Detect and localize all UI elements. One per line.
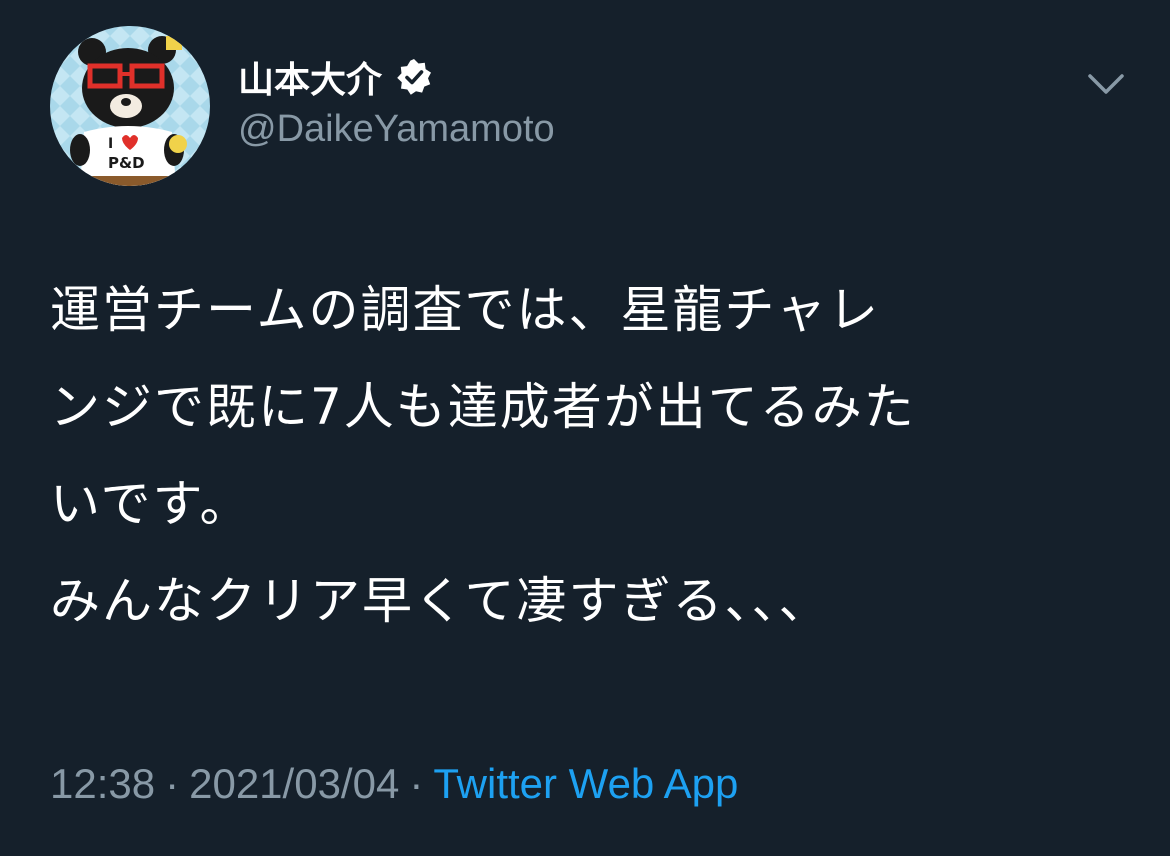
tweet-text: 運営チームの調査では、星龍チャレ ンジで既に7人も達成者が出てるみた いです。 … (50, 262, 1130, 650)
bear-mascot-icon: I P&D (50, 26, 210, 186)
chevron-down-icon[interactable] (1084, 66, 1128, 102)
separator: · (409, 760, 424, 807)
svg-text:I: I (108, 136, 113, 152)
display-name[interactable]: 山本大介 (238, 51, 382, 103)
tweet-text-line: ンジで既に7人も達成者が出てるみた (50, 378, 916, 436)
user-info: 山本大介 @DaikeYamamoto (238, 52, 555, 151)
verified-badge-icon (394, 57, 434, 97)
tweet-text-line: 運営チームの調査では、星龍チャレ (50, 281, 880, 339)
tweet-source-link[interactable]: Twitter Web App (433, 760, 738, 807)
svg-text:P&D: P&D (108, 154, 145, 172)
tweet-date[interactable]: 2021/03/04 (189, 760, 399, 807)
user-handle[interactable]: @DaikeYamamoto (238, 108, 555, 151)
tweet-text-line: いです。 (50, 475, 252, 533)
separator: · (165, 760, 180, 807)
tweet-time[interactable]: 12:38 (50, 760, 155, 807)
tweet-metadata: 12:38 · 2021/03/04 · Twitter Web App (50, 760, 738, 808)
name-row: 山本大介 (238, 52, 555, 102)
tweet-card: I P&D 山本大介 @DaikeYamamoto 運営チームの調査では、星龍チ… (0, 0, 1170, 856)
avatar[interactable]: I P&D (50, 26, 210, 186)
tweet-text-line: みんなクリア早くて凄すぎる、、、 (50, 572, 831, 630)
